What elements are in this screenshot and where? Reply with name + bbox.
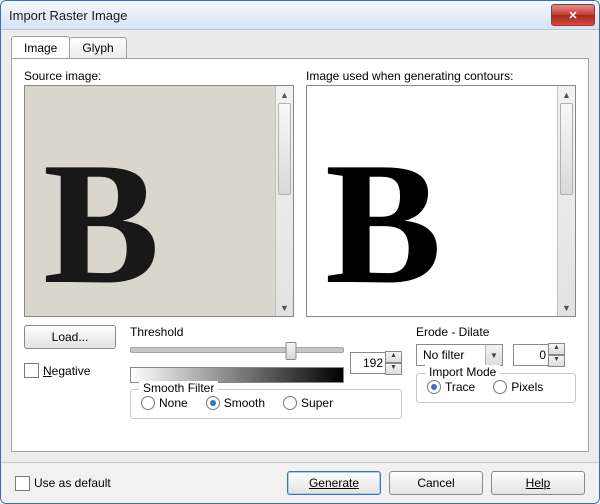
scroll-thumb[interactable] xyxy=(560,103,573,195)
scroll-down-icon[interactable]: ▼ xyxy=(558,299,575,316)
titlebar: Import Raster Image ✕ xyxy=(1,1,599,30)
contour-image-box: B ▲ ▼ xyxy=(306,85,576,317)
radio-none[interactable]: None xyxy=(141,396,188,410)
window-title: Import Raster Image xyxy=(9,8,551,23)
radio-icon xyxy=(493,380,507,394)
tab-image-label: Image xyxy=(24,41,57,55)
dialog-window: Import Raster Image ✕ Image Glyph Source… xyxy=(0,0,600,504)
radio-super[interactable]: Super xyxy=(283,396,333,410)
radio-icon xyxy=(283,396,297,410)
chevron-down-icon: ▼ xyxy=(485,345,502,365)
client-area: Image Glyph Source image: B ▲ ▼ xyxy=(1,30,599,462)
radio-icon xyxy=(427,380,441,394)
source-scrollbar[interactable]: ▲ ▼ xyxy=(275,86,293,316)
contour-panel: Image used when generating contours: B ▲… xyxy=(306,69,576,317)
radio-smooth[interactable]: Smooth xyxy=(206,396,265,410)
radio-pixels[interactable]: Pixels xyxy=(493,380,543,394)
generate-button[interactable]: Generate xyxy=(287,471,381,495)
threshold-input[interactable] xyxy=(350,352,386,374)
tab-strip: Image Glyph xyxy=(11,36,589,58)
threshold-row: ▲ ▼ xyxy=(130,343,402,383)
smooth-filter-group: Smooth Filter None Smooth Super xyxy=(130,389,402,419)
tabpage-image: Source image: B ▲ ▼ Image xyxy=(11,58,589,452)
negative-checkbox[interactable]: Negative xyxy=(24,363,116,378)
spin-up-icon[interactable]: ▲ xyxy=(548,343,565,355)
contour-scrollbar[interactable]: ▲ ▼ xyxy=(557,86,575,316)
import-mode-group: Import Mode Trace Pixels xyxy=(416,373,576,403)
left-controls: Load... Negative xyxy=(24,325,116,378)
right-controls: Erode - Dilate No filter ▼ ▲ ▼ xyxy=(416,325,576,403)
erode-amount-spinner[interactable]: ▲ ▼ xyxy=(513,343,565,367)
dialog-buttons: Use as default Generate Cancel Help xyxy=(1,462,599,503)
radio-trace[interactable]: Trace xyxy=(427,380,475,394)
use-as-default-checkbox[interactable]: Use as default xyxy=(15,476,111,491)
scroll-up-icon[interactable]: ▲ xyxy=(276,86,293,103)
close-button[interactable]: ✕ xyxy=(551,4,595,26)
scroll-down-icon[interactable]: ▼ xyxy=(276,299,293,316)
spin-down-icon[interactable]: ▼ xyxy=(548,355,565,367)
image-row: Source image: B ▲ ▼ Image xyxy=(24,69,576,317)
tab-glyph[interactable]: Glyph xyxy=(69,37,126,58)
erode-filter-combo[interactable]: No filter ▼ xyxy=(416,344,503,366)
scroll-thumb[interactable] xyxy=(278,103,291,195)
tab-glyph-label: Glyph xyxy=(82,41,113,55)
threshold-label: Threshold xyxy=(130,325,402,339)
spin-down-icon[interactable]: ▼ xyxy=(385,363,402,375)
source-glyph: B xyxy=(43,136,160,311)
mid-controls: Threshold ▲ xyxy=(130,325,402,419)
checkbox-icon xyxy=(24,363,39,378)
radio-icon xyxy=(141,396,155,410)
erode-filter-value: No filter xyxy=(417,348,485,362)
radio-icon xyxy=(206,396,220,410)
cancel-button[interactable]: Cancel xyxy=(389,471,483,495)
contour-glyph: B xyxy=(325,136,442,311)
spin-up-icon[interactable]: ▲ xyxy=(385,351,402,363)
source-panel: Source image: B ▲ ▼ xyxy=(24,69,294,317)
source-label: Source image: xyxy=(24,69,294,83)
threshold-spinner[interactable]: ▲ ▼ xyxy=(350,351,402,375)
smooth-filter-label: Smooth Filter xyxy=(139,381,218,395)
close-icon: ✕ xyxy=(568,9,577,22)
erode-label: Erode - Dilate xyxy=(416,325,576,339)
slider-thumb-icon[interactable] xyxy=(285,342,296,360)
contour-image-view[interactable]: B xyxy=(307,86,557,316)
source-image-box: B ▲ ▼ xyxy=(24,85,294,317)
load-button[interactable]: Load... xyxy=(24,325,116,349)
erode-amount-input[interactable] xyxy=(513,344,549,366)
contour-label: Image used when generating contours: xyxy=(306,69,576,83)
checkbox-icon xyxy=(15,476,30,491)
controls-row: Load... Negative Threshold xyxy=(24,325,576,419)
tab-image[interactable]: Image xyxy=(11,36,70,58)
import-mode-label: Import Mode xyxy=(425,365,500,379)
threshold-slider[interactable] xyxy=(130,343,344,365)
help-button[interactable]: Help xyxy=(491,471,585,495)
source-image-view[interactable]: B xyxy=(25,86,275,316)
scroll-up-icon[interactable]: ▲ xyxy=(558,86,575,103)
